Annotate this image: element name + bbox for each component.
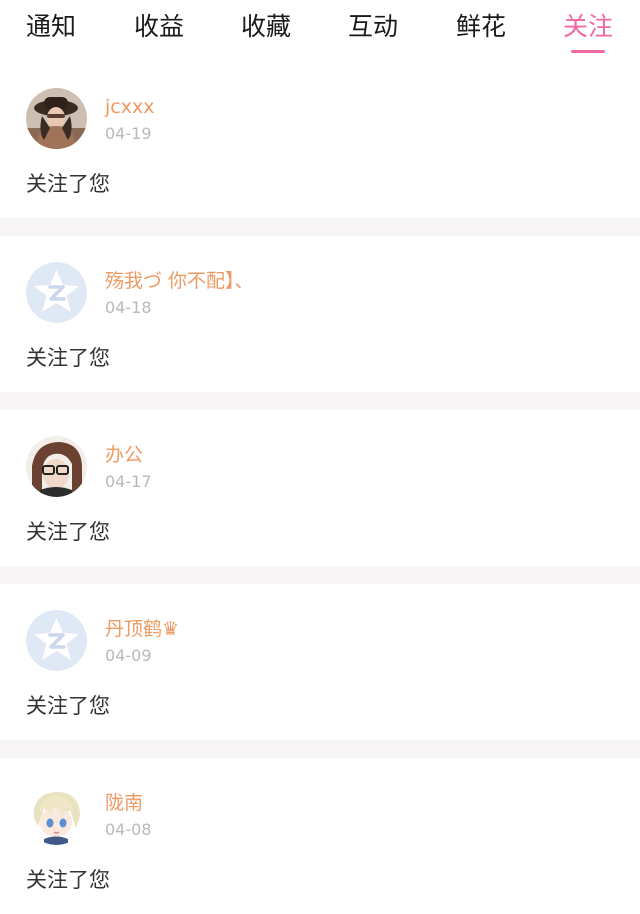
notification-message: 关注了您	[26, 694, 110, 718]
default-star-avatar-icon	[26, 610, 87, 671]
list-item[interactable]: 丹顶鹤♛ 04-09 关注了您	[0, 584, 640, 740]
list-item[interactable]: jcxxx 04-19 关注了您	[0, 62, 640, 218]
photo-avatar-icon	[26, 436, 87, 497]
notification-message: 关注了您	[26, 346, 110, 370]
photo-avatar-icon	[26, 88, 87, 149]
tab-follows[interactable]: 关注	[548, 10, 628, 50]
tab-interactions[interactable]: 互动	[333, 10, 413, 50]
avatar[interactable]	[26, 610, 87, 671]
divider	[0, 218, 640, 236]
tab-earnings[interactable]: 收益	[119, 10, 199, 50]
timestamp: 04-17	[105, 472, 152, 491]
avatar[interactable]	[26, 262, 87, 323]
username[interactable]: 丹顶鹤♛	[105, 617, 179, 641]
notification-list: jcxxx 04-19 关注了您 殇我づ 你不配】、 04-18 关注了您 办公…	[0, 62, 640, 914]
notification-message: 关注了您	[26, 172, 110, 196]
divider	[0, 566, 640, 584]
list-item[interactable]: 殇我づ 你不配】、 04-18 关注了您	[0, 236, 640, 392]
username[interactable]: 殇我づ 你不配】、	[105, 269, 254, 293]
active-tab-indicator	[571, 50, 605, 53]
tab-flowers[interactable]: 鲜花	[441, 10, 521, 50]
divider	[0, 392, 640, 410]
tab-bar: 通知 收益 收藏 互动 鲜花 关注	[0, 0, 640, 62]
divider	[0, 740, 640, 758]
default-star-avatar-icon	[26, 262, 87, 323]
timestamp: 04-09	[105, 646, 152, 665]
tab-favorites[interactable]: 收藏	[226, 10, 306, 50]
notification-message: 关注了您	[26, 868, 110, 892]
avatar[interactable]	[26, 784, 87, 845]
tab-notifications[interactable]: 通知	[11, 10, 91, 50]
username[interactable]: 办公	[105, 443, 143, 467]
anime-avatar-icon	[26, 784, 87, 845]
list-item[interactable]: 办公 04-17 关注了您	[0, 410, 640, 566]
timestamp: 04-18	[105, 298, 152, 317]
username[interactable]: 陇南	[105, 791, 143, 815]
list-item[interactable]: 陇南 04-08 关注了您	[0, 758, 640, 914]
timestamp: 04-08	[105, 820, 152, 839]
notification-message: 关注了您	[26, 520, 110, 544]
avatar[interactable]	[26, 436, 87, 497]
timestamp: 04-19	[105, 124, 152, 143]
username[interactable]: jcxxx	[105, 95, 154, 119]
avatar[interactable]	[26, 88, 87, 149]
